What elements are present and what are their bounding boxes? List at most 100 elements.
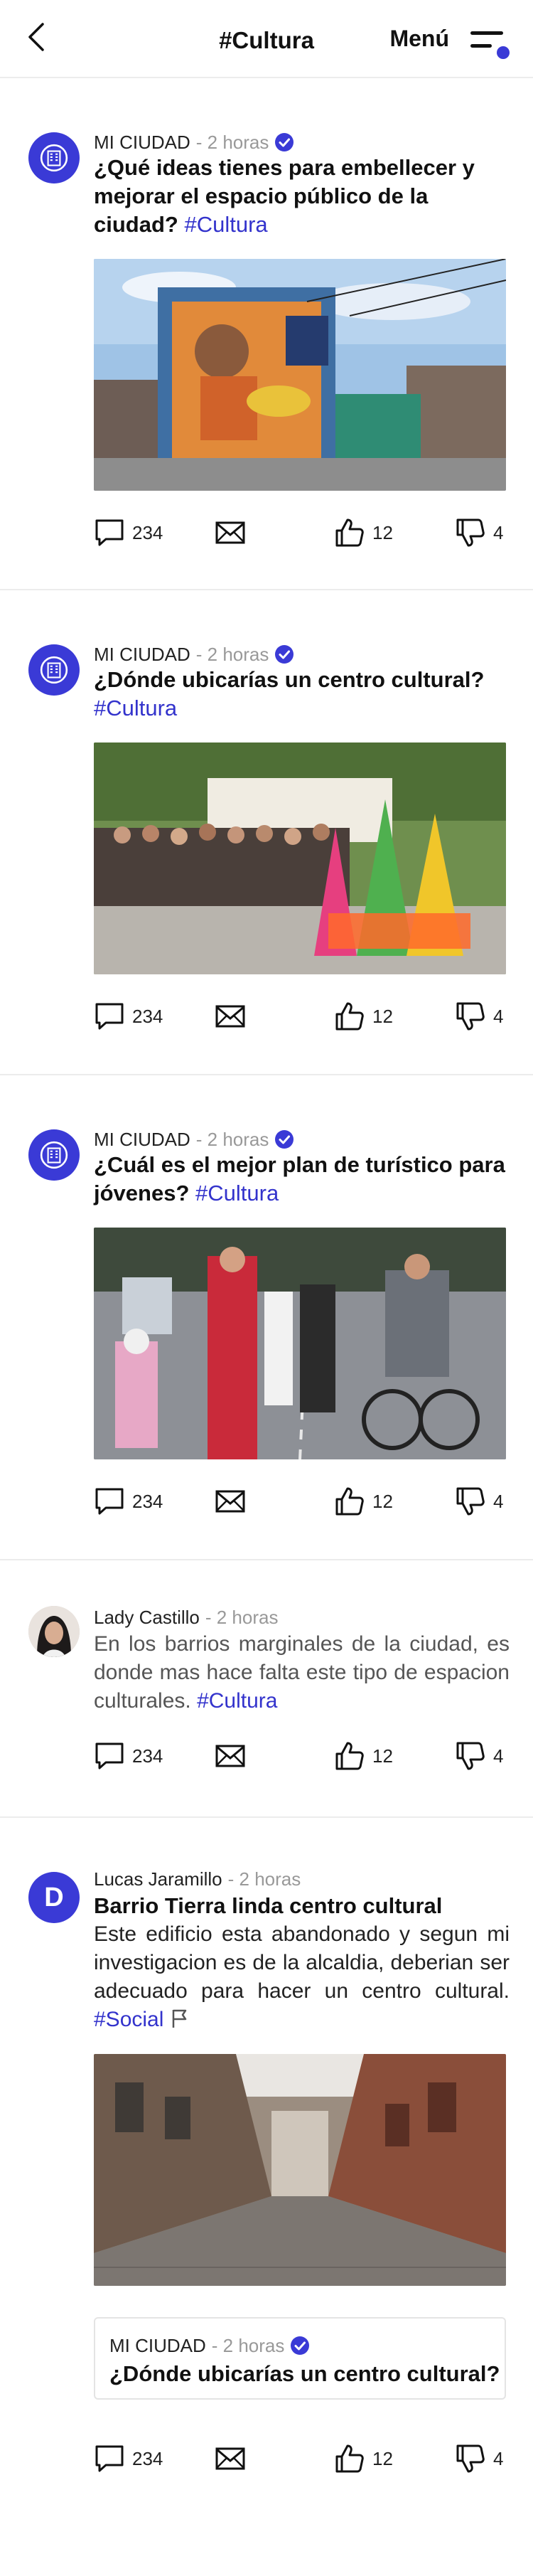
- quoted-time: - 2 horas: [211, 2335, 285, 2356]
- avatar[interactable]: [28, 132, 80, 183]
- building-icon: [39, 1140, 69, 1170]
- thumbs-down-icon: [455, 1001, 486, 1032]
- post-time: - 2 horas: [195, 132, 269, 153]
- avatar[interactable]: [28, 1129, 80, 1181]
- share-button[interactable]: [215, 1738, 246, 1774]
- post-meta: Lady Castillo - 2 horas: [94, 1606, 278, 1629]
- like-count: 12: [372, 521, 393, 543]
- comment-icon: [94, 1001, 125, 1032]
- comment-icon: [94, 517, 125, 548]
- comment-count: 234: [132, 2447, 163, 2469]
- avatar[interactable]: [28, 1606, 80, 1657]
- street-dancers-image: [94, 743, 506, 974]
- verified-icon: [290, 2336, 310, 2356]
- post-time: - 2 horas: [195, 1129, 269, 1150]
- post-image[interactable]: [94, 743, 506, 974]
- hashtag-link[interactable]: #Cultura: [195, 1181, 279, 1205]
- post-meta: MI CIUDAD - 2 horas: [94, 643, 294, 666]
- like-button[interactable]: 12: [334, 1738, 393, 1774]
- dislike-button[interactable]: 4: [455, 2441, 503, 2476]
- post-actions: 234 12 4: [94, 515, 510, 550]
- post-author[interactable]: MI CIUDAD: [94, 643, 190, 666]
- avatar[interactable]: [28, 644, 80, 696]
- post-author[interactable]: Lucas Jaramillo: [94, 1868, 222, 1890]
- post-card: D Lucas Jaramillo - 2 horas Barrio Tierr…: [0, 1818, 533, 2576]
- thumbs-down-icon: [455, 2443, 486, 2474]
- post-time: - 2 horas: [227, 1868, 301, 1890]
- dislike-count: 4: [493, 521, 504, 543]
- dislike-button[interactable]: 4: [455, 515, 503, 550]
- quoted-title: ¿Dónde ubicarías un centro cultural?: [109, 2361, 500, 2386]
- menu-button[interactable]: Menú: [377, 21, 512, 61]
- thumbs-up-icon: [334, 1001, 365, 1032]
- building-icon: [39, 143, 69, 173]
- comment-button[interactable]: 234: [94, 1484, 163, 1519]
- like-button[interactable]: 12: [334, 515, 393, 550]
- comment-button[interactable]: 234: [94, 1738, 163, 1774]
- building-icon: [39, 655, 69, 685]
- post-card: MI CIUDAD - 2 horas ¿Dónde ubicarías un …: [0, 590, 533, 1075]
- quoted-post[interactable]: MI CIUDAD - 2 horas ¿Dónde ubicarías un …: [94, 2317, 506, 2400]
- dislike-count: 4: [493, 1490, 504, 1512]
- post-title-text: ¿Dónde ubicarías un centro cultural?: [94, 667, 485, 692]
- old-street-image: [94, 2054, 506, 2286]
- post-meta: MI CIUDAD - 2 horas: [94, 1128, 294, 1151]
- menu-label: Menú: [389, 26, 449, 51]
- report-flag-icon[interactable]: [170, 2008, 190, 2029]
- like-button[interactable]: 12: [334, 2441, 393, 2476]
- post-card: Lady Castillo - 2 horas En los barrios m…: [0, 1560, 533, 1818]
- hashtag-link[interactable]: #Social: [94, 2008, 163, 2031]
- post-image[interactable]: [94, 1228, 506, 1459]
- comment-button[interactable]: 234: [94, 2441, 163, 2476]
- dislike-button[interactable]: 4: [455, 1484, 503, 1519]
- share-button[interactable]: [215, 2441, 246, 2476]
- thumbs-up-icon: [334, 1740, 365, 1772]
- like-button[interactable]: 12: [334, 1484, 393, 1519]
- share-button[interactable]: [215, 1484, 246, 1519]
- verified-icon: [274, 644, 294, 664]
- post-body[interactable]: Este edificio esta abandonado y segun mi…: [94, 1920, 510, 2034]
- post-image[interactable]: [94, 259, 506, 491]
- verified-icon: [274, 1129, 294, 1149]
- post-title[interactable]: Barrio Tierra linda centro cultural: [94, 1892, 510, 1920]
- thumbs-up-icon: [334, 2443, 365, 2474]
- post-card: MI CIUDAD - 2 horas ¿Cuál es el mejor pl…: [0, 1075, 533, 1560]
- dislike-button[interactable]: 4: [455, 999, 503, 1034]
- post-meta: Lucas Jaramillo - 2 horas: [94, 1868, 301, 1890]
- thumbs-up-icon: [334, 1486, 365, 1517]
- share-button[interactable]: [215, 515, 246, 550]
- verified-icon: [274, 132, 294, 152]
- comment-icon: [94, 1486, 125, 1517]
- mail-icon: [215, 1740, 246, 1772]
- avatar[interactable]: D: [28, 1872, 80, 1923]
- post-image[interactable]: [94, 2054, 506, 2286]
- thumbs-down-icon: [455, 1740, 486, 1772]
- post-title[interactable]: ¿Qué ideas tienes para embellecer y mejo…: [94, 154, 510, 239]
- comment-button[interactable]: 234: [94, 999, 163, 1034]
- post-meta: MI CIUDAD - 2 horas: [94, 131, 294, 154]
- post-author[interactable]: MI CIUDAD: [94, 1128, 190, 1151]
- comment-button[interactable]: 234: [94, 515, 163, 550]
- post-title[interactable]: ¿Cuál es el mejor plan de turístico para…: [94, 1151, 510, 1208]
- thumbs-down-icon: [455, 517, 486, 548]
- post-author[interactable]: Lady Castillo: [94, 1606, 200, 1629]
- like-button[interactable]: 12: [334, 999, 393, 1034]
- hashtag-link[interactable]: #Cultura: [197, 1689, 277, 1713]
- post-body-text: Este edificio esta abandonado y segun mi…: [94, 1922, 510, 2003]
- like-count: 12: [372, 1745, 393, 1767]
- dislike-count: 4: [493, 1005, 504, 1027]
- hashtag-link[interactable]: #Cultura: [184, 212, 267, 237]
- quoted-author: MI CIUDAD: [109, 2335, 206, 2356]
- post-actions: 234 12 4: [94, 1484, 510, 1519]
- dislike-count: 4: [493, 1745, 504, 1767]
- mail-icon: [215, 2443, 246, 2474]
- dislike-button[interactable]: 4: [455, 1738, 503, 1774]
- mail-icon: [215, 1001, 246, 1032]
- hashtag-link[interactable]: #Cultura: [94, 696, 177, 720]
- post-author[interactable]: MI CIUDAD: [94, 131, 190, 154]
- avatar-letter: D: [44, 1882, 64, 1912]
- thumbs-up-icon: [334, 517, 365, 548]
- share-button[interactable]: [215, 999, 246, 1034]
- post-title[interactable]: ¿Dónde ubicarías un centro cultural? #Cu…: [94, 666, 510, 723]
- post-body[interactable]: En los barrios marginales de la ciudad, …: [94, 1630, 510, 1715]
